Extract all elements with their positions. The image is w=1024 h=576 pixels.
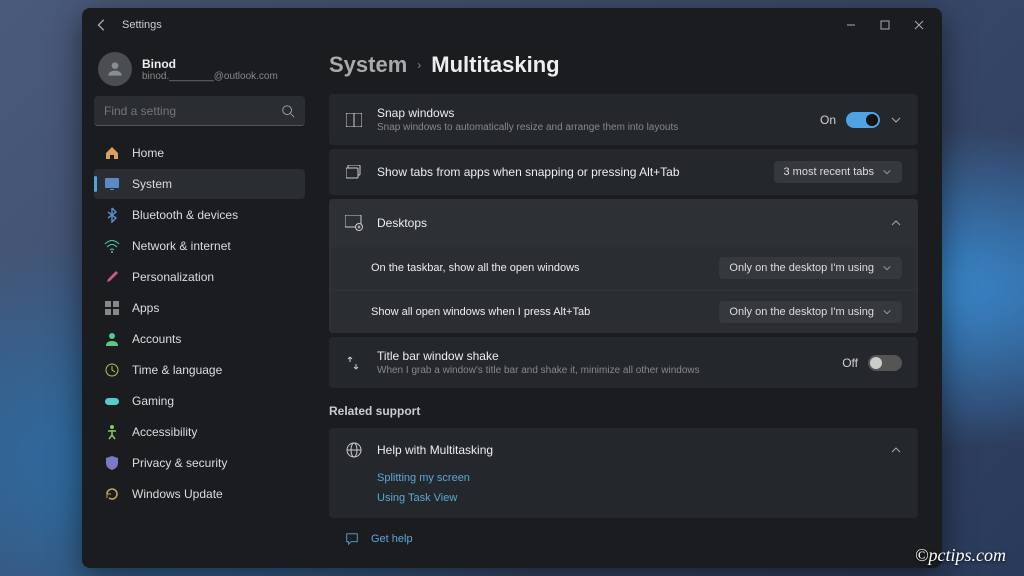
nav-label: Network & internet xyxy=(132,239,231,253)
apps-icon xyxy=(104,300,120,316)
profile-email: binod.________@outlook.com xyxy=(142,71,278,82)
alt-tab-card[interactable]: Show tabs from apps when snapping or pre… xyxy=(329,149,918,195)
support-header[interactable]: Help with Multitasking xyxy=(329,428,918,472)
sidebar-item-apps[interactable]: Apps xyxy=(94,293,305,323)
sidebar-item-brush[interactable]: Personalization xyxy=(94,262,305,292)
titlebar: Settings xyxy=(82,8,942,42)
tabs-dropdown[interactable]: 3 most recent tabs xyxy=(774,161,903,183)
chevron-down-icon xyxy=(882,307,892,317)
shake-card[interactable]: Title bar window shake When I grab a win… xyxy=(329,337,918,388)
brush-icon xyxy=(104,269,120,285)
desktops-section: Desktops On the taskbar, show all the op… xyxy=(329,199,918,333)
setting-label: Show all open windows when I press Alt+T… xyxy=(371,306,719,318)
desktops-title: Desktops xyxy=(377,216,876,230)
nav-label: Bluetooth & devices xyxy=(132,208,238,222)
nav-label: Accounts xyxy=(132,332,181,346)
sidebar-item-update[interactable]: Windows Update xyxy=(94,479,305,509)
profile-name: Binod xyxy=(142,57,278,71)
chevron-down-icon xyxy=(882,263,892,273)
breadcrumb-parent[interactable]: System xyxy=(329,52,407,78)
wifi-icon xyxy=(104,238,120,254)
bluetooth-icon xyxy=(104,207,120,223)
setting-dropdown[interactable]: Only on the desktop I'm using xyxy=(719,301,902,323)
chevron-down-icon xyxy=(882,167,892,177)
sidebar-item-person[interactable]: Accounts xyxy=(94,324,305,354)
back-button[interactable] xyxy=(88,11,116,39)
settings-window: Settings Binod binod.________@outlook.co… xyxy=(82,8,942,568)
nav-label: Privacy & security xyxy=(132,456,227,470)
chevron-up-icon[interactable] xyxy=(890,444,902,456)
sidebar: Binod binod.________@outlook.com Home Sys… xyxy=(82,42,317,568)
desktop-setting-row: On the taskbar, show all the open window… xyxy=(331,247,916,289)
maximize-button[interactable] xyxy=(868,11,902,39)
snap-toggle[interactable] xyxy=(846,112,880,128)
support-link[interactable]: Using Task View xyxy=(377,492,902,504)
snap-title: Snap windows xyxy=(377,106,806,120)
desktops-header[interactable]: Desktops xyxy=(329,199,918,247)
breadcrumb: System › Multitasking xyxy=(329,52,918,78)
setting-label: On the taskbar, show all the open window… xyxy=(371,262,719,274)
shake-sub: When I grab a window's title bar and sha… xyxy=(377,365,828,376)
minimize-button[interactable] xyxy=(834,11,868,39)
chevron-up-icon[interactable] xyxy=(890,217,902,229)
support-link[interactable]: Splitting my screen xyxy=(377,472,902,484)
tabs-title: Show tabs from apps when snapping or pre… xyxy=(377,165,760,179)
sidebar-item-wifi[interactable]: Network & internet xyxy=(94,231,305,261)
nav-label: Home xyxy=(132,146,164,160)
snap-windows-card[interactable]: Snap windows Snap windows to automatical… xyxy=(329,94,918,145)
nav-label: System xyxy=(132,177,172,191)
main-content: System › Multitasking Snap windows Snap … xyxy=(317,42,942,568)
sidebar-item-home[interactable]: Home xyxy=(94,138,305,168)
access-icon xyxy=(104,424,120,440)
globe-icon xyxy=(345,442,363,458)
get-help-link[interactable]: Get help xyxy=(329,522,918,556)
search-field[interactable] xyxy=(94,96,305,126)
related-heading: Related support xyxy=(329,404,918,418)
snap-state-label: On xyxy=(820,113,836,127)
search-icon xyxy=(281,104,295,118)
nav-label: Windows Update xyxy=(132,487,223,501)
shield-icon xyxy=(104,455,120,471)
game-icon xyxy=(104,393,120,409)
nav-label: Personalization xyxy=(132,270,214,284)
person-icon xyxy=(104,331,120,347)
desktops-icon xyxy=(345,215,363,231)
snap-sub: Snap windows to automatically resize and… xyxy=(377,122,806,133)
nav-label: Apps xyxy=(132,301,159,315)
nav-label: Time & language xyxy=(132,363,222,377)
shake-title: Title bar window shake xyxy=(377,349,828,363)
support-title: Help with Multitasking xyxy=(377,443,876,457)
nav-label: Accessibility xyxy=(132,425,197,439)
home-icon xyxy=(104,145,120,161)
desktop-setting-row: Show all open windows when I press Alt+T… xyxy=(331,291,916,333)
nav-label: Gaming xyxy=(132,394,174,408)
sidebar-item-bluetooth[interactable]: Bluetooth & devices xyxy=(94,200,305,230)
search-input[interactable] xyxy=(104,104,281,118)
system-icon xyxy=(104,176,120,192)
snap-icon xyxy=(345,113,363,127)
support-card: Help with Multitasking Splitting my scre… xyxy=(329,428,918,518)
profile[interactable]: Binod binod.________@outlook.com xyxy=(94,46,305,96)
update-icon xyxy=(104,486,120,502)
shake-state-label: Off xyxy=(842,356,858,370)
avatar xyxy=(98,52,132,86)
app-title: Settings xyxy=(122,19,162,31)
chevron-down-icon[interactable] xyxy=(890,114,902,126)
sidebar-item-game[interactable]: Gaming xyxy=(94,386,305,416)
nav: Home System Bluetooth & devices Network & i… xyxy=(94,138,305,509)
sidebar-item-system[interactable]: System xyxy=(94,169,305,199)
setting-dropdown[interactable]: Only on the desktop I'm using xyxy=(719,257,902,279)
chat-icon xyxy=(345,532,359,546)
close-button[interactable] xyxy=(902,11,936,39)
support-links: Splitting my screen Using Task View xyxy=(329,472,918,518)
clock-icon xyxy=(104,362,120,378)
tabs-icon xyxy=(345,165,363,179)
breadcrumb-current: Multitasking xyxy=(431,52,559,78)
shake-icon xyxy=(345,355,363,371)
shake-toggle[interactable] xyxy=(868,355,902,371)
sidebar-item-clock[interactable]: Time & language xyxy=(94,355,305,385)
sidebar-item-access[interactable]: Accessibility xyxy=(94,417,305,447)
chevron-right-icon: › xyxy=(417,58,421,72)
sidebar-item-shield[interactable]: Privacy & security xyxy=(94,448,305,478)
